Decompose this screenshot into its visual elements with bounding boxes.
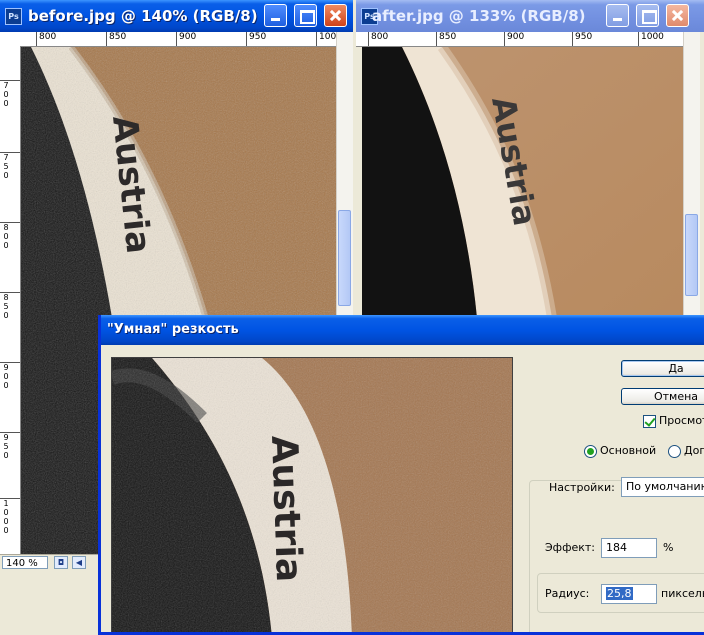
ruler-tick: 8 5 0 <box>0 292 20 320</box>
effect-label: Эффект: <box>545 541 596 554</box>
radio-basic[interactable] <box>584 445 597 458</box>
ruler-tick: 100 <box>316 32 336 46</box>
preview-photo-text: Austria <box>263 435 309 583</box>
ruler-tick: 1 0 0 0 <box>0 498 20 535</box>
after-photo: Austria <box>362 47 684 318</box>
dialog-title: "Умная" резкость <box>107 322 239 337</box>
after-window-title: after.jpg @ 133% (RGB/8) <box>372 7 586 25</box>
effect-input[interactable]: 184 <box>601 538 657 558</box>
after-titlebar[interactable]: Ps after.jpg @ 133% (RGB/8) <box>356 0 704 32</box>
settings-label: Настройки: <box>549 481 615 494</box>
radio-basic-label: Основной <box>600 444 657 457</box>
radius-value: 25,8 <box>606 587 633 600</box>
photoshop-icon: Ps <box>5 8 22 25</box>
ruler-tick: 800 <box>368 32 388 46</box>
radius-label: Радиус: <box>545 587 590 600</box>
ruler-tick: 950 <box>572 32 592 46</box>
close-icon[interactable] <box>666 4 689 27</box>
settings-dropdown[interactable]: По умолчанию <box>621 477 704 497</box>
dialog-titlebar[interactable]: "Умная" резкость <box>101 315 704 345</box>
ruler-tick: 7 0 0 <box>0 80 20 108</box>
radio-advanced[interactable] <box>668 445 681 458</box>
dialog-preview[interactable]: Austria <box>111 357 513 632</box>
scroll-thumb[interactable] <box>338 210 351 306</box>
before-status-bar: 140 % ◘ ◀ <box>0 554 100 570</box>
preview-photo: Austria <box>112 358 512 632</box>
horizontal-ruler: 800 850 900 950 1000 <box>362 32 684 47</box>
vertical-ruler: 7 0 0 7 5 0 8 0 0 8 5 0 9 0 0 9 5 0 1 0 … <box>0 46 21 554</box>
maximize-icon[interactable] <box>294 4 317 27</box>
before-window-title: before.jpg @ 140% (RGB/8) <box>28 7 258 25</box>
after-vertical-scrollbar[interactable] <box>683 32 700 318</box>
preview-checkbox-label: Просмот <box>659 414 704 427</box>
after-document-window[interactable]: Ps after.jpg @ 133% (RGB/8) 800 850 900 … <box>356 0 704 318</box>
scroll-thumb[interactable] <box>685 214 698 296</box>
scroll-left-icon[interactable]: ◀ <box>72 556 86 569</box>
ruler-tick: 950 <box>246 32 266 46</box>
cancel-button[interactable]: Отмена <box>621 388 704 405</box>
document-info-icon[interactable]: ◘ <box>54 556 68 569</box>
before-titlebar[interactable]: Ps before.jpg @ 140% (RGB/8) <box>0 0 353 32</box>
after-image-canvas[interactable]: Austria <box>362 47 684 318</box>
ruler-tick: 1000 <box>638 32 664 46</box>
zoom-field[interactable]: 140 % <box>2 556 48 569</box>
ruler-tick: 900 <box>504 32 524 46</box>
smart-sharpen-dialog[interactable]: "Умная" резкость Austria Да Отмена Просм… <box>98 315 704 635</box>
ruler-tick: 9 0 0 <box>0 362 20 390</box>
horizontal-ruler: 800 850 900 950 100 <box>20 32 337 47</box>
ruler-tick: 7 5 0 <box>0 152 20 180</box>
ruler-tick: 850 <box>106 32 126 46</box>
ok-button[interactable]: Да <box>621 360 704 377</box>
effect-unit: % <box>663 541 674 554</box>
minimize-icon[interactable] <box>264 4 287 27</box>
minimize-icon[interactable] <box>606 4 629 27</box>
ruler-corner <box>0 32 21 47</box>
ruler-tick: 900 <box>176 32 196 46</box>
maximize-icon[interactable] <box>636 4 659 27</box>
radio-advanced-label: Доп <box>684 444 704 457</box>
ruler-tick: 9 5 0 <box>0 432 20 460</box>
ruler-tick: 800 <box>36 32 56 46</box>
radius-input[interactable]: 25,8 <box>601 584 657 604</box>
ruler-tick: 850 <box>436 32 456 46</box>
radius-unit: пиксель <box>661 587 704 600</box>
close-icon[interactable] <box>324 4 347 27</box>
ruler-tick: 8 0 0 <box>0 222 20 250</box>
preview-checkbox[interactable] <box>643 415 656 428</box>
